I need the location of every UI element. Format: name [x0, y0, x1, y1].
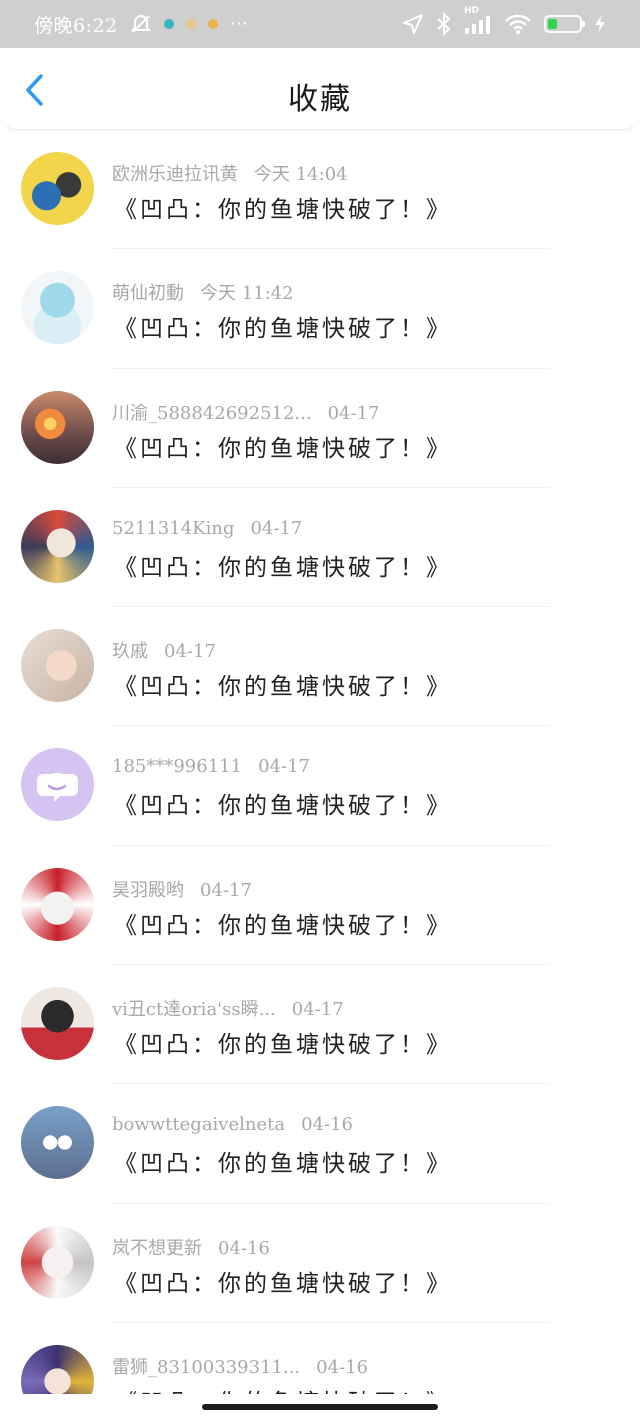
battery-icon: [544, 15, 585, 33]
avatar[interactable]: [21, 1106, 94, 1180]
item-time: 04-17: [291, 999, 344, 1021]
wifi-icon: [504, 13, 532, 35]
list-item[interactable]: 185***996111 04-17 《凹凸：你的鱼塘快破了！》: [0, 726, 640, 846]
item-meta: 雷狮_83100339311... 04-16: [112, 1353, 368, 1379]
item-meta: 川渝_58884269​2512... 04-17: [112, 399, 379, 425]
mute-icon: [130, 13, 152, 35]
item-time: 04-16: [316, 1356, 369, 1378]
battery-fill: [548, 19, 557, 29]
item-time: 04-17: [258, 756, 310, 778]
item-meta: 岚不想更新 04-16: [112, 1234, 270, 1260]
chat-bubble-icon: [37, 774, 78, 803]
avatar[interactable]: [21, 390, 94, 464]
sender-name: 萌仙初動: [112, 283, 184, 305]
status-bar: 傍晚6:22 ··· HD: [0, 0, 640, 48]
status-left: 傍晚6:22 ···: [34, 11, 248, 38]
bluetooth-icon: [436, 12, 452, 36]
avatar[interactable]: [21, 987, 94, 1061]
avatar[interactable]: [21, 629, 94, 703]
message-title: 《凹凸：你的鱼塘快破了！》: [114, 197, 452, 223]
message-title: 《凹凸：你的鱼塘快破了！》: [114, 1151, 452, 1178]
item-meta: bowwttegaivelneta 04-16: [112, 1114, 353, 1135]
header: 收藏: [0, 48, 640, 130]
favorites-list: 欧洲乐迪拉讯黄 今天 14:04 《凹凸：你的鱼塘快破了！》 萌仙初動 今天 1…: [0, 130, 640, 1422]
list-item[interactable]: vi丑ct達oria'ss瞬... 04-17 《凹凸：你的鱼塘快破了！》: [0, 965, 640, 1085]
item-meta: 萌仙初動 今天 11:42: [112, 279, 294, 305]
item-time: 04-17: [164, 641, 216, 663]
message-title: 《凹凸：你的鱼塘快破了！》: [114, 793, 452, 820]
item-meta: 昊羽殿哟 04-17: [112, 876, 252, 902]
message-title: 《凹凸：你的鱼塘快破了！》: [114, 912, 452, 939]
item-time: 04-17: [250, 517, 303, 539]
avatar[interactable]: [21, 509, 94, 583]
avatar[interactable]: [21, 1225, 94, 1299]
hd-label: HD: [464, 6, 480, 16]
sender-name: 欧洲乐迪拉讯黄: [112, 164, 238, 185]
message-title: 《凹凸：你的鱼塘快破了！》: [114, 674, 452, 701]
status-right: HD: [402, 6, 606, 36]
list-item[interactable]: 玖戚 04-17 《凹凸：你的鱼塘快破了！》: [0, 607, 640, 727]
item-time: 04-17: [327, 402, 380, 424]
status-time: 傍晚6:22: [34, 14, 118, 37]
more-notifications: ···: [229, 13, 248, 35]
item-time: 今天 11:42: [200, 283, 294, 305]
item-time: 04-16: [218, 1237, 270, 1259]
sender-name: vi丑ct達oria'ss瞬...: [112, 999, 276, 1021]
item-time: 今天 14:04: [254, 164, 348, 185]
sender-name: 昊羽殿哟: [112, 879, 184, 901]
item-meta: 欧洲乐迪拉讯黄 今天 14:04: [112, 160, 348, 186]
item-meta: vi丑ct達oria'ss瞬... 04-17: [112, 995, 344, 1021]
avatar[interactable]: [21, 152, 94, 225]
message-title: 《凹凸：你的鱼塘快破了！》: [114, 554, 452, 581]
location-icon: [402, 13, 424, 35]
message-title: 《凹凸：你的鱼塘快破了！》: [114, 1270, 452, 1297]
app-notify-icon: [185, 19, 196, 29]
item-meta: 玖戚 04-17: [112, 637, 216, 663]
message-title: 《凹凸：你的鱼塘快破了！》: [114, 1032, 452, 1059]
list-item[interactable]: 5211314King 04-17 《凹凸：你的鱼塘快破了！》: [0, 488, 640, 608]
page-title: 收藏: [288, 82, 352, 117]
list-item[interactable]: 欧洲乐迪拉讯黄 今天 14:04 《凹凸：你的鱼塘快破了！》: [0, 130, 640, 250]
charging-icon: [594, 14, 606, 34]
sender-name: bowwttegaivelneta: [112, 1114, 286, 1136]
sender-name: 185***996111: [112, 756, 243, 778]
list-item[interactable]: 岚不想更新 04-16 《凹凸：你的鱼塘快破了！》: [0, 1204, 640, 1323]
message-title: 《凹凸：你的鱼塘快破了！》: [114, 316, 452, 343]
list-item[interactable]: 萌仙初動 今天 11:42 《凹凸：你的鱼塘快破了！》: [0, 249, 640, 369]
sender-name: 雷狮_83100339311...: [112, 1356, 301, 1378]
list-item[interactable]: 昊羽殿哟 04-17 《凹凸：你的鱼塘快破了！》: [0, 846, 640, 966]
item-time: 04-16: [301, 1114, 353, 1136]
sender-name: 5211314King: [112, 517, 235, 539]
avatar[interactable]: [21, 867, 94, 941]
item-meta: 185***996111 04-17: [112, 756, 310, 777]
sender-name: 岚不想更新: [112, 1237, 202, 1259]
home-indicator[interactable]: [202, 1404, 438, 1410]
app-notify-icon: [163, 19, 174, 29]
item-meta: 5211314King 04-17: [112, 518, 302, 539]
avatar[interactable]: [21, 748, 94, 822]
app-notify-icon: [207, 19, 218, 29]
message-title: 《凹凸：你的鱼塘快破了！》: [114, 435, 452, 462]
sender-name: 川渝_58884269​2512...: [112, 402, 312, 424]
list-item[interactable]: 川渝_58884269​2512... 04-17 《凹凸：你的鱼塘快破了！》: [0, 369, 640, 488]
sender-name: 玖戚: [112, 641, 148, 663]
list-item[interactable]: bowwttegaivelneta 04-16 《凹凸：你的鱼塘快破了！》: [0, 1084, 640, 1204]
item-time: 04-17: [200, 879, 252, 901]
avatar[interactable]: [21, 271, 94, 345]
signal-icon: HD: [464, 6, 492, 34]
